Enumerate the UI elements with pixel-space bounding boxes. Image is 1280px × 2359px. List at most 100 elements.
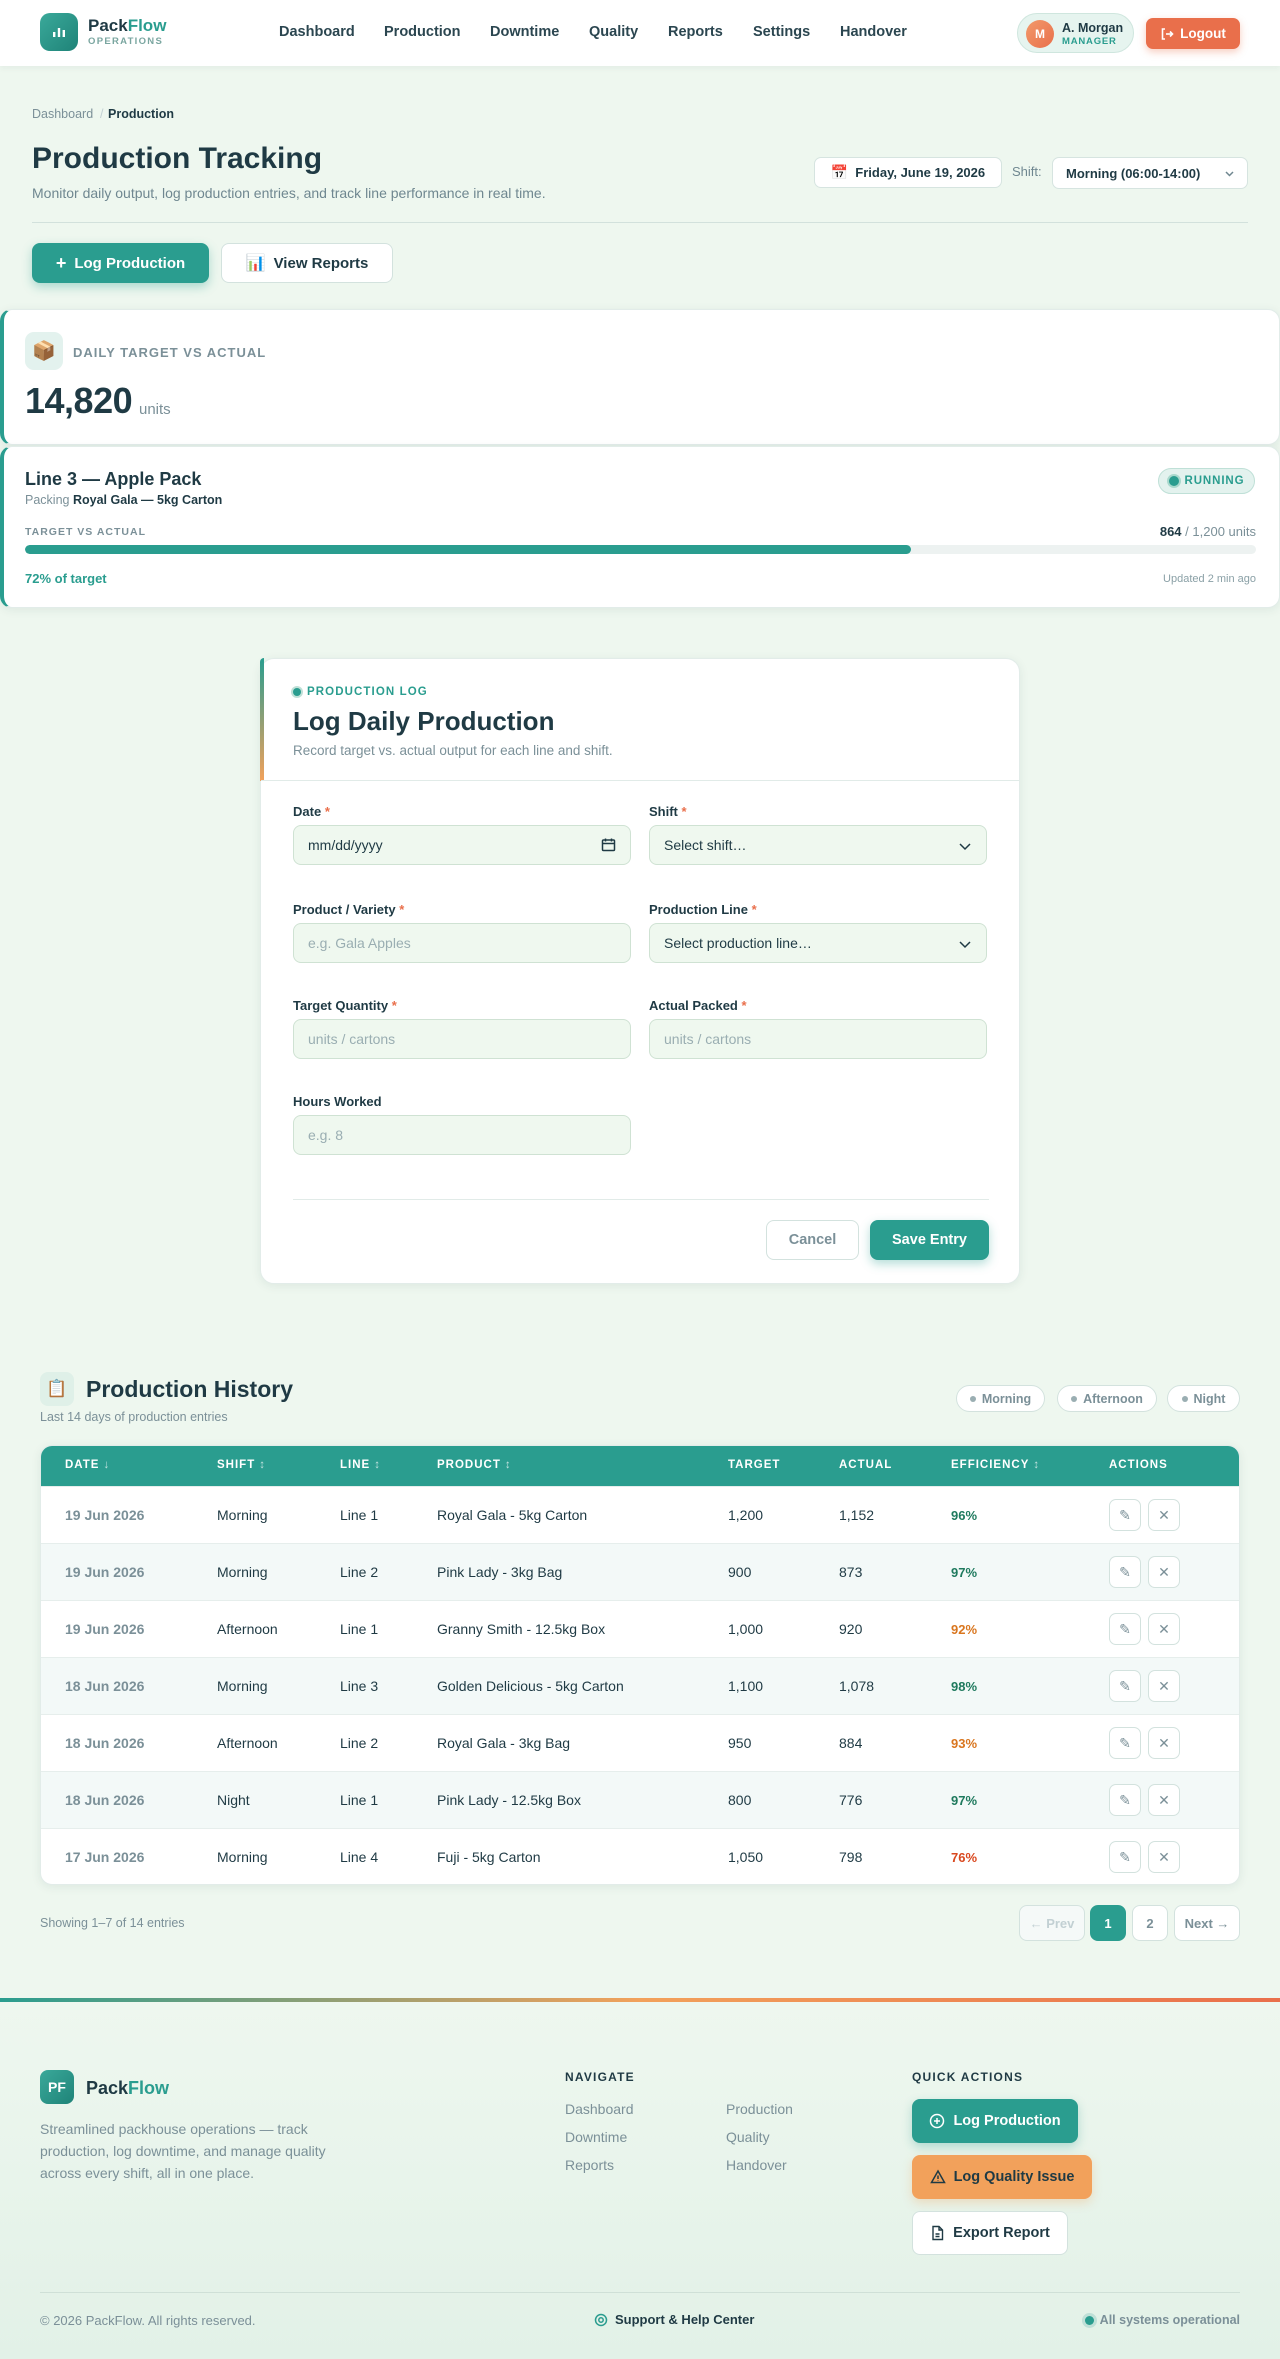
row-product: Royal Gala - 5kg Carton	[437, 1507, 588, 1523]
shift-select[interactable]: Morning (06:00-14:00)	[1052, 157, 1248, 189]
help-center-link[interactable]: Support & Help Center	[594, 2312, 754, 2327]
delete-icon[interactable]: ✕	[1148, 1556, 1180, 1588]
date-chip[interactable]: 📅 Friday, June 19, 2026	[814, 157, 1002, 188]
filter-night[interactable]: Night	[1167, 1385, 1240, 1412]
nav-dashboard[interactable]: Dashboard	[279, 24, 355, 40]
form-divider	[261, 780, 1019, 781]
edit-icon[interactable]: ✎	[1109, 1727, 1141, 1759]
line-title: Line 3 — Apple Pack	[25, 469, 202, 489]
col-product[interactable]: PRODUCT ↕	[437, 1459, 512, 1471]
logo-icon[interactable]	[40, 13, 78, 51]
nav-production[interactable]: Production	[384, 24, 461, 40]
next-page-button[interactable]: Next →	[1174, 1905, 1240, 1941]
delete-icon[interactable]: ✕	[1148, 1784, 1180, 1816]
table-row: 19 Jun 2026 Morning Line 2 Pink Lady - 3kg …	[41, 1543, 1239, 1600]
delete-icon[interactable]: ✕	[1148, 1670, 1180, 1702]
target-input[interactable]: units / cartons	[293, 1019, 631, 1059]
sort-icon: ↕	[374, 1459, 381, 1471]
filter-morning[interactable]: Morning	[956, 1385, 1045, 1412]
nav-quality[interactable]: Quality	[589, 24, 638, 40]
quick-export-report-button[interactable]: Export Report	[912, 2211, 1068, 2255]
footer-link-production[interactable]: Production	[726, 2101, 793, 2117]
form-tag: PRODUCTION LOG	[293, 686, 428, 698]
table-row: 19 Jun 2026 Afternoon Line 1 Granny Smith -…	[41, 1600, 1239, 1657]
edit-icon[interactable]: ✎	[1109, 1670, 1141, 1702]
form-subtitle: Record target vs. actual output for each…	[293, 743, 613, 758]
delete-icon[interactable]: ✕	[1148, 1841, 1180, 1873]
nav-handover[interactable]: Handover	[840, 24, 907, 40]
prev-page-button[interactable]: ← Prev	[1019, 1905, 1085, 1941]
quick-log-production-button[interactable]: Log Production	[912, 2099, 1078, 2143]
footer-link-dashboard[interactable]: Dashboard	[565, 2101, 634, 2117]
nav-downtime[interactable]: Downtime	[490, 24, 559, 40]
filter-afternoon[interactable]: Afternoon	[1057, 1385, 1157, 1412]
table-row: 19 Jun 2026 Morning Line 1 Royal Gala - 5kg…	[41, 1486, 1239, 1543]
row-shift: Afternoon	[217, 1735, 278, 1751]
edit-icon[interactable]: ✎	[1109, 1499, 1141, 1531]
edit-icon[interactable]: ✎	[1109, 1556, 1141, 1588]
row-actual: 776	[839, 1792, 863, 1808]
user-menu[interactable]: M A. Morgan MANAGER	[1017, 13, 1134, 53]
brand-name[interactable]: PackFlow	[88, 17, 166, 35]
hours-input[interactable]: e.g. 8	[293, 1115, 631, 1155]
log-production-button[interactable]: + Log Production	[32, 243, 209, 283]
header-divider	[32, 222, 1248, 223]
calendar-icon: 📅	[830, 164, 849, 180]
view-reports-button[interactable]: 📊 View Reports	[221, 243, 393, 283]
row-product: Pink Lady - 12.5kg Box	[437, 1792, 581, 1808]
breadcrumb-root[interactable]: Dashboard	[32, 107, 93, 121]
footer-link-downtime[interactable]: Downtime	[565, 2129, 627, 2145]
col-efficiency[interactable]: EFFICIENCY ↕	[951, 1459, 1040, 1471]
col-shift[interactable]: SHIFT ↕	[217, 1459, 266, 1471]
product-input[interactable]: e.g. Gala Apples	[293, 923, 631, 963]
table-row: 17 Jun 2026 Morning Line 4 Fuji - 5kg Carto…	[41, 1828, 1239, 1884]
logout-icon	[1161, 27, 1174, 40]
row-date: 17 Jun 2026	[65, 1849, 145, 1865]
delete-icon[interactable]: ✕	[1148, 1613, 1180, 1645]
filter-dot-icon	[1181, 1395, 1188, 1402]
footer-link-reports[interactable]: Reports	[565, 2157, 614, 2173]
hours-label: Hours Worked	[293, 1094, 382, 1109]
save-entry-button[interactable]: Save Entry	[870, 1220, 989, 1260]
col-line[interactable]: LINE ↕	[340, 1459, 381, 1471]
sort-icon: ↕	[259, 1459, 266, 1471]
logout-button[interactable]: Logout	[1146, 18, 1240, 49]
sort-icon: ↕	[504, 1459, 512, 1471]
row-target: 800	[728, 1792, 752, 1808]
footer-brand-name[interactable]: PackFlow	[86, 2078, 169, 2099]
page-2-button[interactable]: 2	[1132, 1905, 1168, 1941]
footer-link-quality[interactable]: Quality	[726, 2129, 770, 2145]
delete-icon[interactable]: ✕	[1148, 1727, 1180, 1759]
cancel-button[interactable]: Cancel	[766, 1220, 859, 1260]
row-target: 1,050	[728, 1849, 764, 1865]
footer-link-handover[interactable]: Handover	[726, 2157, 787, 2173]
nav-reports[interactable]: Reports	[668, 24, 723, 40]
quick-log-quality-button[interactable]: Log Quality Issue	[912, 2155, 1092, 2199]
col-date[interactable]: DATE ↓	[65, 1459, 110, 1471]
row-date: 18 Jun 2026	[65, 1792, 145, 1808]
row-efficiency: 96%	[951, 1508, 978, 1523]
footer-logo-icon[interactable]: PF	[40, 2070, 74, 2104]
shift-field-select[interactable]: Select shift…	[649, 825, 987, 865]
footer-divider	[40, 2292, 1240, 2293]
line-field-select[interactable]: Select production line…	[649, 923, 987, 963]
row-date: 19 Jun 2026	[65, 1507, 145, 1523]
line-field-label: Production Line *	[649, 902, 757, 917]
row-actual: 1,078	[839, 1678, 875, 1694]
actual-input[interactable]: units / cartons	[649, 1019, 987, 1059]
row-product: Fuji - 5kg Carton	[437, 1849, 541, 1865]
edit-icon[interactable]: ✎	[1109, 1784, 1141, 1816]
edit-icon[interactable]: ✎	[1109, 1841, 1141, 1873]
date-input[interactable]: mm/dd/yyyy	[293, 825, 631, 865]
delete-icon[interactable]: ✕	[1148, 1499, 1180, 1531]
calendar-icon[interactable]	[601, 837, 616, 852]
row-actual: 873	[839, 1564, 863, 1580]
page-1-button[interactable]: 1	[1090, 1905, 1126, 1941]
row-date: 19 Jun 2026	[65, 1621, 145, 1637]
row-actual: 798	[839, 1849, 863, 1865]
nav-settings[interactable]: Settings	[753, 24, 810, 40]
history-subtitle: Last 14 days of production entries	[40, 1410, 228, 1424]
edit-icon[interactable]: ✎	[1109, 1613, 1141, 1645]
sort-desc-icon: ↓	[103, 1459, 111, 1471]
bar-chart-icon: 📊	[245, 255, 266, 272]
